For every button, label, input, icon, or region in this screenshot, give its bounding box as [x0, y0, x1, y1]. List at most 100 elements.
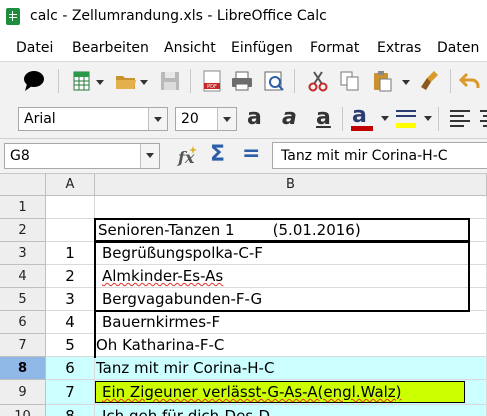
cell-b10[interactable]: Ich geh für dich-Des-D — [95, 405, 487, 416]
cell-b3[interactable]: Begrüßungspolka-C-F — [95, 242, 487, 265]
sum-button[interactable]: Σ — [210, 142, 225, 167]
menu-ansicht[interactable]: Ansicht — [164, 40, 216, 56]
copy-icon[interactable] — [338, 69, 362, 93]
cell-b5[interactable]: Bergvagabunden-F-G — [95, 288, 487, 311]
menu-format[interactable]: Format — [310, 40, 359, 56]
cell-b8[interactable]: Tanz mit mir Corina-H-C — [95, 357, 487, 380]
undo-icon[interactable] — [458, 69, 482, 93]
select-all-corner[interactable] — [0, 174, 46, 196]
cell-a9[interactable]: 7 — [46, 380, 95, 405]
function-wizard-icon[interactable]: fx — [176, 144, 200, 168]
font-size-value: 20 — [181, 111, 199, 127]
align-left-icon[interactable] — [448, 107, 472, 131]
name-box-dropdown-button[interactable] — [140, 144, 159, 168]
cell-a1[interactable] — [46, 196, 95, 219]
cell-number: 6 — [65, 359, 75, 377]
font-color-dropdown-arrow[interactable] — [381, 116, 389, 121]
cell-number: 1 — [65, 244, 75, 262]
cell-number: 3 — [65, 290, 75, 308]
cell-a10[interactable]: 8 — [46, 405, 95, 416]
cell-text: Almkinder-Es-As — [102, 267, 224, 285]
cut-icon[interactable] — [306, 69, 330, 93]
cell-number: 8 — [65, 407, 75, 416]
row-header[interactable]: 6 — [0, 311, 46, 334]
cell-b1[interactable] — [95, 196, 487, 219]
open-dropdown-arrow[interactable] — [140, 80, 148, 85]
cell-text: Ich geh für dich-Des-D — [102, 407, 271, 416]
menu-datei[interactable]: Datei — [16, 40, 53, 56]
cell-a3[interactable]: 1 — [46, 242, 95, 265]
align-center-icon[interactable] — [478, 107, 487, 131]
standard-toolbar: PDF — [0, 62, 487, 100]
cell-a4[interactable]: 2 — [46, 265, 95, 288]
row-header[interactable]: 1 — [0, 196, 46, 219]
cell-number: 5 — [65, 336, 75, 354]
menu-bar: Datei Bearbeiten Ansicht Einfügen Format… — [0, 34, 487, 62]
cell-text: Oh Katharina-F-C — [96, 336, 225, 354]
row-header[interactable]: 4 — [0, 265, 46, 288]
calc-app-icon — [6, 8, 20, 25]
cell-b4[interactable]: Almkinder-Es-As — [95, 265, 487, 288]
column-header-b[interactable]: B — [95, 174, 487, 196]
menu-einfuegen[interactable]: Einfügen — [231, 40, 293, 56]
cell-text: Ein Zigeuner verlässt-G-As-A(engl.Walz) — [102, 383, 402, 401]
cell-text: Begrüßungspolka-C-F — [102, 244, 263, 262]
font-name-dropdown-button[interactable] — [148, 108, 167, 130]
menu-daten[interactable]: Daten — [437, 40, 479, 56]
font-name-combo[interactable]: Arial — [18, 107, 168, 131]
column-header-a[interactable]: A — [46, 174, 95, 196]
name-box[interactable]: G8 — [4, 143, 160, 169]
menu-extras[interactable]: Extras — [377, 40, 421, 56]
cell-a8[interactable]: 6 — [46, 357, 95, 380]
italic-button[interactable]: a — [282, 105, 297, 130]
cell-number: 2 — [65, 267, 75, 285]
highlight-icon[interactable] — [394, 106, 418, 130]
cell-number: 7 — [65, 383, 75, 401]
underline-button[interactable]: a — [316, 105, 331, 130]
row-header[interactable]: 9 — [0, 380, 46, 405]
paste-icon[interactable] — [370, 69, 394, 93]
cell-text: Bergvagabunden-F-G — [102, 290, 263, 308]
highlight-dropdown-arrow[interactable] — [424, 116, 432, 121]
export-pdf-icon[interactable]: PDF — [200, 69, 224, 93]
font-size-dropdown-button[interactable] — [217, 108, 236, 130]
cell-a6[interactable]: 4 — [46, 311, 95, 334]
print-icon[interactable] — [230, 69, 254, 93]
font-color-button[interactable]: a — [352, 103, 367, 128]
cell-text: Tanz mit mir Corina-H-C — [96, 359, 275, 377]
cell-b6[interactable]: Bauernkirmes-F — [95, 311, 487, 334]
save-icon[interactable] — [158, 69, 182, 93]
title-bar: calc - Zellumrandung.xls - LibreOffice C… — [0, 0, 487, 34]
row-header[interactable]: 10 — [0, 405, 46, 416]
formula-content: Tanz mit mir Corina-H-C — [281, 148, 448, 164]
cell-a7[interactable]: 5 — [46, 334, 95, 357]
bold-button[interactable]: a — [247, 105, 262, 130]
cell-a2[interactable] — [46, 219, 95, 242]
cell-b9[interactable]: Ein Zigeuner verlässt-G-As-A(engl.Walz) — [95, 380, 487, 405]
new-spreadsheet-icon[interactable] — [70, 69, 94, 93]
cell-number: 4 — [65, 313, 75, 331]
formula-bar: G8 fx Σ = Tanz mit mir Corina-H-C — [0, 139, 487, 174]
open-folder-icon[interactable] — [114, 69, 138, 93]
formatting-toolbar: Arial 20 a a a a — [0, 100, 487, 139]
font-name-value: Arial — [24, 111, 56, 127]
row-header[interactable]: 7 — [0, 334, 46, 357]
speech-bubble-icon[interactable] — [22, 69, 46, 93]
row-header[interactable]: 2 — [0, 219, 46, 242]
row-header[interactable]: 5 — [0, 288, 46, 311]
cell-b7[interactable]: Oh Katharina-F-C — [95, 334, 487, 357]
left-border-line — [94, 218, 96, 358]
menu-bearbeiten[interactable]: Bearbeiten — [72, 40, 149, 56]
paste-dropdown-arrow[interactable] — [402, 80, 410, 85]
row-header-selected[interactable]: 8 — [0, 357, 46, 380]
clone-formatting-icon[interactable] — [420, 69, 444, 93]
cell-a5[interactable]: 3 — [46, 288, 95, 311]
print-preview-icon[interactable] — [262, 69, 286, 93]
formula-input[interactable]: Tanz mit mir Corina-H-C — [272, 142, 487, 169]
row-header[interactable]: 3 — [0, 242, 46, 265]
sheet-title: Senioren-Tanzen 1 (5.01.2016) — [98, 221, 361, 239]
function-button[interactable]: = — [242, 141, 260, 166]
cell-b2[interactable]: Senioren-Tanzen 1 (5.01.2016) — [95, 219, 487, 242]
new-dropdown-arrow[interactable] — [96, 80, 104, 85]
font-size-combo[interactable]: 20 — [175, 107, 237, 131]
